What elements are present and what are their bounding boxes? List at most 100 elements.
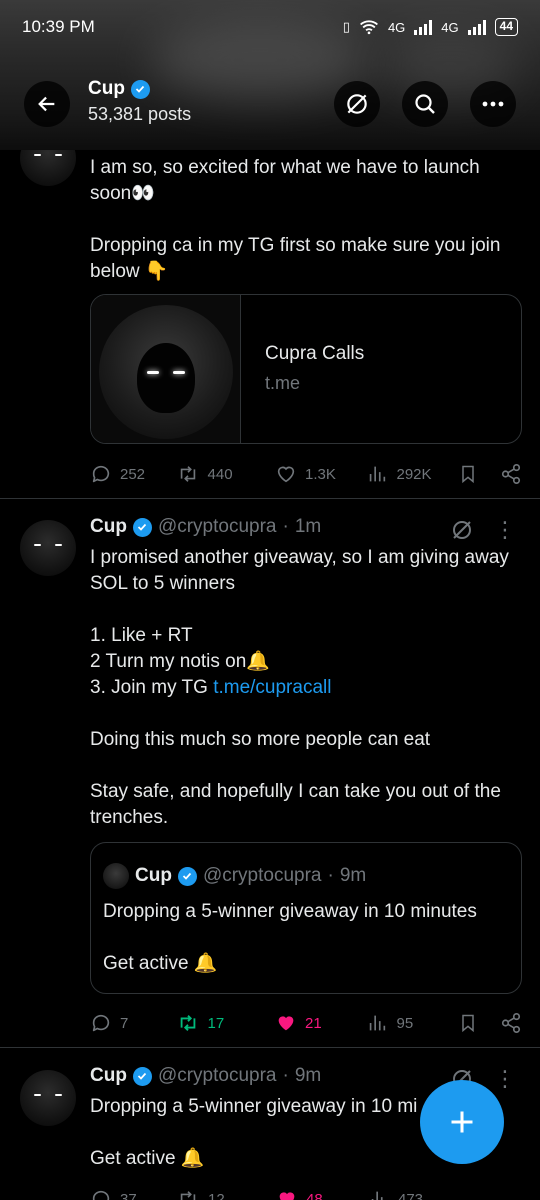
divider xyxy=(0,1047,540,1048)
tweet-text: I promised another giveaway, so I am giv… xyxy=(90,545,520,701)
avatar[interactable] xyxy=(20,1070,76,1126)
verified-badge-icon xyxy=(130,79,150,99)
bookmark-icon[interactable] xyxy=(458,463,478,485)
tweet-text-intro: I am so, so excited for what we have to … xyxy=(90,157,485,204)
heart-filled-icon xyxy=(279,1192,295,1200)
handle[interactable]: @cryptocupra xyxy=(158,516,277,538)
like-count: 21 xyxy=(304,1014,322,1032)
reply-count: 37 xyxy=(120,1190,137,1200)
back-button[interactable] xyxy=(24,81,70,127)
repost-button[interactable]: 12 xyxy=(176,1188,276,1200)
quote-text: Dropping a 5-winner giveaway in 10 minut… xyxy=(103,901,477,974)
views-icon xyxy=(370,1015,386,1031)
more-icon xyxy=(482,101,504,107)
reply-button[interactable]: 7 xyxy=(90,1012,176,1034)
card-thumbnail xyxy=(91,295,241,443)
quote-avatar xyxy=(103,863,129,889)
quote-handle: @cryptocupra xyxy=(202,865,322,886)
heart-filled-icon xyxy=(278,1016,294,1031)
verified-badge-icon xyxy=(132,517,152,537)
card-domain: t.me xyxy=(265,373,301,393)
divider xyxy=(0,498,540,499)
separator: · xyxy=(327,865,334,886)
display-name[interactable]: Cup xyxy=(90,516,127,538)
views-count: 95 xyxy=(396,1014,414,1032)
card-title: Cupra Calls xyxy=(265,343,365,364)
like-button[interactable]: 21 xyxy=(275,1012,367,1034)
more-icon[interactable]: ⋮ xyxy=(494,1068,516,1090)
views-icon xyxy=(370,466,386,482)
reply-icon xyxy=(92,1190,110,1200)
views-icon xyxy=(371,1191,383,1200)
repost-button[interactable]: 17 xyxy=(176,1012,275,1034)
quote-display-name: Cup xyxy=(135,865,172,886)
timestamp[interactable]: 1m xyxy=(295,516,321,538)
reply-count: 7 xyxy=(120,1014,129,1032)
handle[interactable]: @cryptocupra xyxy=(158,1065,277,1087)
reply-icon xyxy=(92,1014,110,1032)
tweet-text-main: I promised another giveaway, so I am giv… xyxy=(90,547,509,698)
search-button[interactable] xyxy=(402,81,448,127)
verified-badge-icon xyxy=(177,866,197,886)
tweet-header: Cup @cryptocupra · 1m xyxy=(90,516,321,538)
search-icon xyxy=(415,94,435,114)
repost-icon xyxy=(180,1015,195,1031)
views-button[interactable]: 292K xyxy=(366,463,458,485)
share-icon[interactable] xyxy=(500,1012,522,1034)
network-4g-label: 4G xyxy=(387,19,406,35)
network-4g-label-2: 4G xyxy=(441,19,459,35)
grok-icon[interactable] xyxy=(450,518,474,542)
quoted-tweet[interactable]: Cup @cryptocupra · 9m Dropping a 5-winne… xyxy=(90,842,522,994)
post-count: 53,381 posts xyxy=(88,104,192,124)
tweet-actions: 37 12 48 473 xyxy=(90,1186,522,1200)
quote-timestamp: 9m xyxy=(339,865,367,886)
separator: · xyxy=(282,516,289,537)
tg-link[interactable]: t.me/cupracall xyxy=(213,677,331,698)
like-button[interactable]: 1.3K xyxy=(275,463,367,485)
more-options-button[interactable] xyxy=(470,81,516,127)
signal-icon xyxy=(414,19,433,35)
repost-count: 440 xyxy=(207,465,233,483)
battery-icon: 44 xyxy=(494,18,518,36)
status-bar: 10:39 PM ▯ 4G 4G 44 xyxy=(0,0,540,54)
plus-icon xyxy=(451,1111,473,1133)
views-count: 473 xyxy=(398,1190,424,1200)
compose-button[interactable] xyxy=(420,1080,504,1164)
tweet-text-cta: Dropping ca in my TG first so make sure … xyxy=(90,235,506,282)
bookmark-icon[interactable] xyxy=(458,1012,478,1034)
repost-icon xyxy=(180,1191,196,1200)
like-button[interactable]: 48 xyxy=(276,1188,368,1200)
repost-button[interactable]: 440 xyxy=(176,463,275,485)
reply-count: 252 xyxy=(120,465,146,483)
timestamp[interactable]: 9m xyxy=(295,1065,321,1087)
profile-header: 10:39 PM ▯ 4G 4G 44 Cup 53,381 posts xyxy=(0,0,540,150)
link-card[interactable]: Cupra Calls t.me xyxy=(90,294,522,444)
repost-count: 12 xyxy=(208,1190,225,1200)
more-icon[interactable]: ⋮ xyxy=(494,519,516,541)
vibrate-icon: ▯ xyxy=(342,19,350,34)
grok-icon xyxy=(347,94,367,114)
reply-button[interactable]: 252 xyxy=(90,463,176,485)
grok-button[interactable] xyxy=(334,81,380,127)
tweet-header: Cup @cryptocupra · 9m xyxy=(90,1065,321,1087)
separator: · xyxy=(282,1065,289,1086)
back-arrow-icon xyxy=(38,96,55,112)
tweet-actions: 7 17 21 95 xyxy=(90,1010,522,1036)
tweet-actions: 252 440 1.3K 292K xyxy=(90,461,522,487)
views-button[interactable]: 95 xyxy=(366,1012,458,1034)
repost-icon xyxy=(180,466,195,482)
share-icon[interactable] xyxy=(500,463,522,485)
like-count: 1.3K xyxy=(304,465,336,483)
reply-icon xyxy=(92,465,110,483)
reply-button[interactable]: 37 xyxy=(90,1188,176,1200)
wifi-icon xyxy=(360,20,378,35)
repost-count: 17 xyxy=(207,1014,225,1032)
display-name[interactable]: Cup xyxy=(90,1065,127,1087)
signal-icon xyxy=(467,19,486,35)
avatar[interactable] xyxy=(20,520,76,576)
views-button[interactable]: 473 xyxy=(368,1188,460,1200)
verified-badge-icon xyxy=(132,1066,152,1086)
heart-icon xyxy=(277,466,295,483)
profile-name: Cup xyxy=(88,78,125,99)
clock: 10:39 PM xyxy=(22,17,95,36)
